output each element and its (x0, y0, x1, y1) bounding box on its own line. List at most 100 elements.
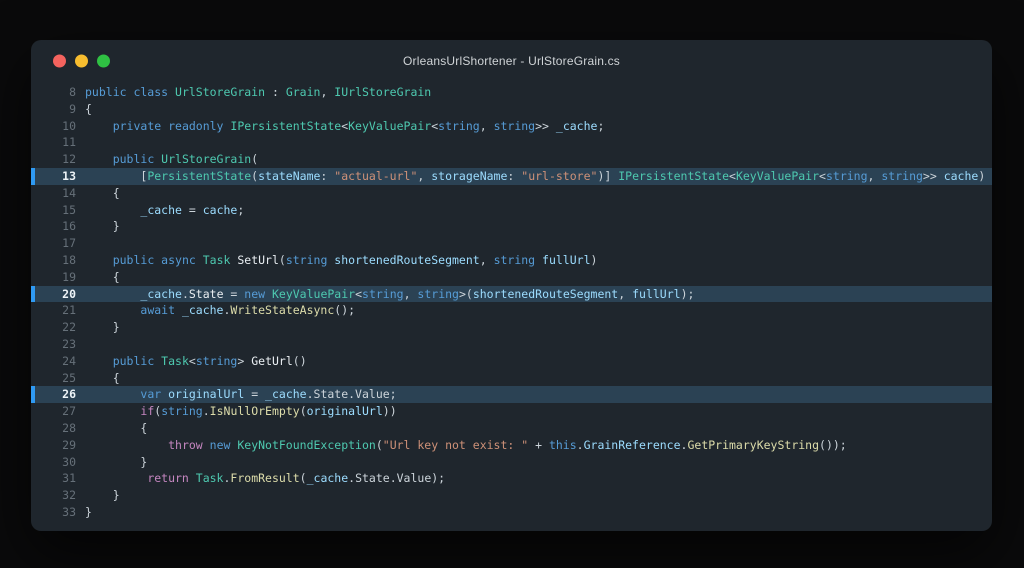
code-area[interactable]: 8 public class UrlStoreGrain : Grain, IUr… (31, 82, 992, 521)
window-title: OrleansUrlShortener - UrlStoreGrain.cs (403, 54, 620, 68)
code-line[interactable]: 16 } (31, 218, 992, 235)
code-line[interactable]: 17 (31, 235, 992, 252)
code-token: : (265, 85, 286, 99)
code-token: , (479, 252, 494, 267)
line-number: 14 (62, 185, 76, 200)
code-text: return Task.FromResult(_cache.State.Valu… (76, 470, 445, 487)
code-line[interactable]: 8 public class UrlStoreGrain : Grain, IUr… (31, 84, 992, 101)
code-text: { (76, 185, 120, 202)
code-token: .State.Value (348, 471, 432, 486)
code-line[interactable]: 24 public Task<string> GetUrl() (31, 353, 992, 370)
code-token: GetPrimaryKeyString (687, 437, 820, 452)
code-token: = (223, 286, 245, 301)
code-token: } (85, 488, 120, 503)
line-number: 28 (62, 420, 76, 435)
traffic-lights (53, 54, 110, 68)
code-token: var (140, 387, 169, 402)
code-line[interactable]: 30 } (31, 454, 992, 471)
code-line[interactable]: 18 public async Task SetUrl(string short… (31, 252, 992, 269)
code-token: , (479, 118, 494, 133)
code-line[interactable]: 20 _cache.State = new KeyValuePair<strin… (31, 285, 992, 303)
code-token: Task (161, 353, 189, 368)
minimize-button[interactable] (75, 54, 88, 68)
code-line[interactable]: 27 if(string.IsNullOrEmpty(originalUrl)) (31, 403, 992, 420)
line-number: 30 (62, 454, 76, 469)
line-number: 8 (69, 85, 76, 99)
code-line[interactable]: 31 return Task.FromResult(_cache.State.V… (31, 470, 992, 487)
code-token: , (403, 286, 418, 301)
code-line[interactable]: 11 (31, 134, 992, 151)
close-button[interactable] (53, 54, 66, 68)
code-token: string (881, 168, 923, 183)
code-line[interactable]: 28 { (31, 420, 992, 437)
code-text: } (76, 218, 120, 235)
code-token: } (85, 504, 92, 519)
code-token: originalUrl (306, 404, 383, 419)
code-line[interactable]: 15 _cache = cache; (31, 202, 992, 219)
code-token: , (320, 85, 335, 99)
line-number: 12 (62, 152, 76, 167)
code-token: fullUrl (632, 286, 681, 301)
line-number: 13 (62, 168, 76, 183)
code-token: if (140, 404, 155, 419)
code-text: { (76, 269, 120, 286)
code-line[interactable]: 32 } (31, 487, 992, 504)
code-token: >> (922, 168, 944, 183)
code-token: [ (85, 168, 148, 183)
code-line[interactable]: 13 [PersistentState(stateName: "actual-u… (31, 167, 992, 185)
line-number: 24 (62, 353, 76, 368)
code-token: PersistentState (147, 168, 252, 183)
code-token: ) (590, 252, 598, 267)
line-number: 11 (62, 135, 76, 150)
line-number: 33 (62, 504, 76, 519)
code-text: throw new KeyNotFoundException("Url key … (76, 437, 847, 454)
code-text: _cache = cache; (76, 202, 244, 219)
code-token: ( (278, 252, 286, 267)
code-line[interactable]: 29 throw new KeyNotFoundException("Url k… (31, 437, 992, 454)
code-line[interactable]: 10 private readonly IPersistentState<Key… (31, 118, 992, 135)
code-line[interactable]: 14 { (31, 185, 992, 202)
code-token: . (181, 286, 189, 301)
code-text: public Task<string> GetUrl() (76, 353, 307, 370)
line-number: 29 (62, 437, 76, 452)
code-line[interactable]: 9{ (31, 101, 992, 118)
code-token: "url-store" (521, 168, 598, 183)
line-number: 17 (62, 236, 76, 251)
code-token: shortenedRouteSegment (472, 286, 619, 301)
code-token: string (285, 252, 335, 267)
code-token: >> (535, 118, 556, 133)
code-token: _cache (555, 118, 598, 133)
code-token: IPersistentState (618, 168, 729, 183)
code-token: "actual-url" (334, 168, 418, 183)
code-line[interactable]: 33} (31, 504, 992, 521)
code-token: (); (334, 303, 356, 318)
code-line[interactable]: 26 var originalUrl = _cache.State.Value; (31, 386, 992, 404)
code-token: >( (458, 286, 473, 301)
line-number: 10 (62, 118, 76, 133)
code-token: } (85, 320, 120, 335)
code-token: throw (168, 437, 210, 452)
code-line[interactable]: 19 { (31, 269, 992, 286)
code-line[interactable]: 21 await _cache.WriteStateAsync(); (31, 302, 992, 319)
zoom-button[interactable] (97, 54, 110, 68)
code-line[interactable]: 23 (31, 336, 992, 353)
code-line[interactable]: 12 public UrlStoreGrain( (31, 151, 992, 168)
code-token: Grain (285, 85, 321, 99)
line-number: 15 (62, 202, 76, 217)
code-line[interactable]: 22 } (31, 319, 992, 336)
code-line[interactable]: 25 { (31, 370, 992, 387)
code-token: GetUrl (251, 353, 293, 368)
code-token: { (85, 101, 92, 116)
code-token: < (729, 168, 736, 183)
code-token: () (292, 353, 307, 368)
line-number: 21 (62, 303, 76, 318)
code-token: string (417, 286, 459, 301)
